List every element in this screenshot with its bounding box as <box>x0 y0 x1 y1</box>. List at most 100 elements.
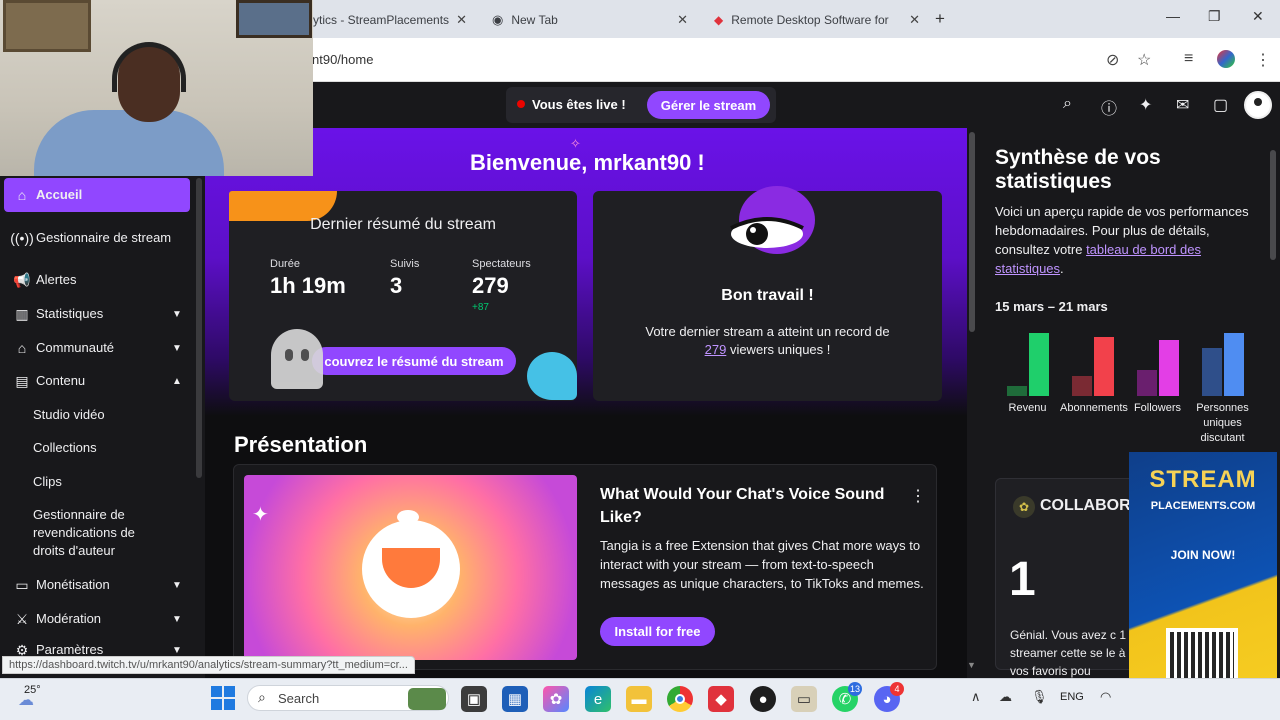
chrome-icon: ◉ <box>492 12 504 27</box>
tab-new-tab[interactable]: ◉ New Tab ✕ <box>484 6 696 34</box>
home-icon: ⌂ <box>17 187 27 203</box>
copilot-icon[interactable]: ✿ <box>543 686 569 712</box>
link-status-url: https://dashboard.twitch.tv/u/mrkant90/a… <box>2 656 415 674</box>
star-icon[interactable]: ☆ <box>1137 50 1151 70</box>
tab-close-icon[interactable]: ✕ <box>677 12 688 28</box>
sparkle-decoration-icon: ✦ <box>252 504 269 526</box>
close-window-button[interactable]: ✕ <box>1252 8 1264 25</box>
summary-card-title: Dernier résumé du stream <box>310 216 496 233</box>
search-icon[interactable]: ⌕ <box>1063 95 1072 113</box>
edge-icon[interactable]: e <box>585 686 611 712</box>
weather-temp[interactable]: 25° <box>24 684 41 696</box>
promo-description: Tangia is a free Extension that gives Ch… <box>600 538 924 591</box>
task-view-icon[interactable]: ▣ <box>461 686 487 712</box>
megaphone-icon: 📢 <box>13 271 31 288</box>
date-range: 15 mars – 21 mars <box>995 299 1108 314</box>
tab-close-icon[interactable]: ✕ <box>456 12 467 28</box>
sidebar-item-copyright[interactable]: Gestionnaire de revendications de droits… <box>33 506 163 560</box>
wall-picture <box>236 0 312 38</box>
profile-icon[interactable] <box>1217 50 1235 68</box>
chart-icon: ▥ <box>15 305 29 322</box>
manage-stream-button[interactable]: Gérer le stream <box>647 91 770 119</box>
search-icon: ⌕ <box>258 689 266 705</box>
discord-badge: 4 <box>890 682 904 696</box>
chevron-down-icon: ▼ <box>172 342 182 354</box>
collab-number: 1 <box>1009 553 1036 606</box>
community-icon: ⌂ <box>17 340 27 356</box>
sidebar-scrollbar[interactable] <box>196 178 202 478</box>
restore-button[interactable]: ❐ <box>1208 8 1221 25</box>
chevron-down-icon: ▼ <box>172 613 182 625</box>
url-input[interactable]: nt90/home <box>312 52 373 67</box>
sidebar-item-accueil[interactable]: ⌂ Accueil <box>4 178 190 212</box>
microphone-icon[interactable]: 🎙 <box>1031 689 1048 705</box>
new-tab-button[interactable]: + <box>935 9 945 29</box>
money-icon: ▭ <box>15 576 29 593</box>
sparkle-icon[interactable]: ✦ <box>1139 95 1152 115</box>
tab-streamplacements[interactable]: ytics - StreamPlacements ✕ <box>305 6 475 34</box>
sidebar-item-clips[interactable]: Clips <box>33 473 62 491</box>
file-explorer-icon[interactable]: ▬ <box>626 686 652 712</box>
help-icon[interactable]: ⓘ <box>1101 95 1117 119</box>
stats-bar-label: Personnes uniques discutant <box>1196 402 1249 444</box>
sidebar-item-alertes[interactable]: 📢 Alertes <box>4 270 190 290</box>
collab-title: COLLABOR <box>1040 497 1131 514</box>
chat-icon[interactable]: ▢ <box>1213 95 1228 115</box>
stream-summary-button[interactable]: couvrez le résumé du stream <box>312 347 516 375</box>
tangia-leaf-icon <box>397 510 419 524</box>
chevron-down-icon: ▼ <box>172 579 182 591</box>
sidebar-item-parametres[interactable]: ⚙ Paramètres ▼ <box>4 643 190 657</box>
sidebar-item-stream-manager[interactable]: ((•)) Gestionnaire de stream <box>4 220 190 256</box>
tab-remote-desktop[interactable]: ◆ Remote Desktop Software for W ✕ <box>706 6 928 34</box>
tray-chevron-icon[interactable]: ∧ <box>971 689 981 705</box>
sidebar-item-moderation[interactable]: ⚔ Modération ▼ <box>4 609 190 629</box>
stats-chart: Revenu Abonnements Followers Personnes uniq… <box>995 326 1255 454</box>
minimize-button[interactable]: — <box>1166 8 1180 24</box>
ad-title: STREAM <box>1149 466 1257 493</box>
book-icon[interactable]: ▭ <box>791 686 817 712</box>
anydesk-icon[interactable]: ◆ <box>708 686 734 712</box>
wifi-icon[interactable]: ◠ <box>1100 689 1111 705</box>
presentation-title: Présentation <box>234 432 368 457</box>
stats-bar <box>1201 348 1222 396</box>
main-scrollbar[interactable] <box>969 132 975 332</box>
scroll-down-icon[interactable]: ▼ <box>967 660 976 670</box>
sidebar-item-studio-video[interactable]: Studio vidéo <box>33 406 105 424</box>
chrome-icon[interactable] <box>667 686 693 712</box>
install-button[interactable]: Install for free <box>600 617 715 646</box>
sidebar-item-collections[interactable]: Collections <box>33 439 97 457</box>
settings-icon: ⚙ <box>15 643 29 657</box>
sidebar-item-monetisation[interactable]: ▭ Monétisation ▼ <box>4 575 190 595</box>
stat-label: Suivis <box>390 258 420 270</box>
eye-off-icon[interactable]: ⊘ <box>1106 50 1119 70</box>
media-icon[interactable]: ≡ <box>1184 50 1193 68</box>
avatar[interactable] <box>1244 91 1272 119</box>
search-highlight-icon <box>408 688 446 710</box>
tab-close-icon[interactable]: ✕ <box>909 12 920 28</box>
store-icon[interactable]: ▦ <box>502 686 528 712</box>
mail-icon[interactable]: ✉ <box>1176 95 1189 115</box>
whatsapp-icon[interactable]: ✆ 13 <box>832 682 862 712</box>
language-indicator[interactable]: ENG <box>1060 691 1084 703</box>
tab-label: Remote Desktop Software for W <box>731 13 892 27</box>
chevron-up-icon: ▲ <box>172 375 182 387</box>
network-cloud-icon[interactable]: ☁ <box>999 689 1012 705</box>
webcam-overlay <box>0 0 313 176</box>
stats-description: Voici un aperçu rapide de vos performanc… <box>995 204 1249 276</box>
sidebar-item-communaute[interactable]: ⌂ Communauté ▼ <box>4 338 190 358</box>
ghost-icon <box>271 329 323 389</box>
record-viewers-link[interactable]: 279 <box>705 342 727 357</box>
discord-icon[interactable]: ◕ 4 <box>874 682 904 712</box>
stat-label: Durée <box>270 258 300 270</box>
tab-label: New Tab <box>511 13 558 27</box>
sidebar-item-contenu[interactable]: ▤ Contenu ▲ <box>4 371 190 391</box>
obs-icon[interactable]: ● <box>750 686 776 712</box>
sidebar-item-statistiques[interactable]: ▥ Statistiques ▼ <box>4 304 190 324</box>
panel-scrollbar[interactable] <box>1270 150 1276 260</box>
more-icon[interactable]: ⋮ <box>1255 50 1271 70</box>
record-text: Votre dernier stream a atteint un record… <box>645 324 890 357</box>
decoration-blob <box>527 352 577 400</box>
more-options-icon[interactable]: ⋮ <box>910 486 926 506</box>
windows-start-icon[interactable] <box>211 686 235 710</box>
wall-picture <box>3 0 91 52</box>
